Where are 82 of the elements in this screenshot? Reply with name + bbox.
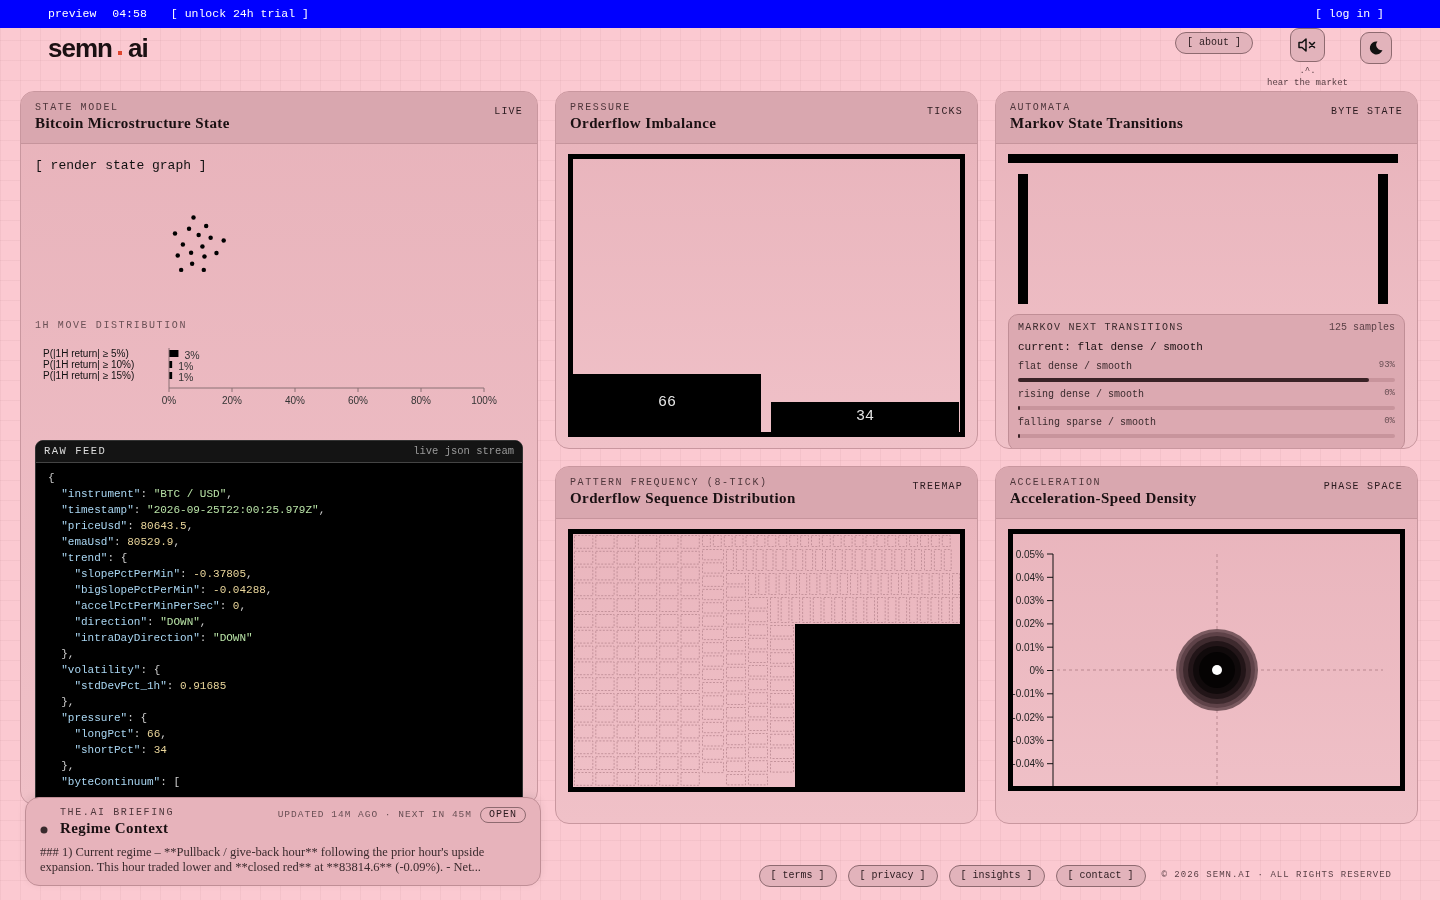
- code-line: "slopePctPerMin": -0.37805,: [73, 567, 254, 583]
- code-line: "bigSlopePctPerMin": -0.04288,: [73, 583, 274, 599]
- card-tag: TICKS: [927, 104, 963, 132]
- code-line: "instrument": "BTC / USD",: [60, 487, 234, 503]
- tick-label: -0.03%: [1013, 734, 1044, 746]
- sound-caption: hear the market: [1267, 77, 1348, 90]
- tick-label: 20%: [222, 394, 242, 406]
- panel-subtitle: live json stream: [413, 443, 514, 459]
- tick-label: 0.04%: [1015, 571, 1044, 583]
- card-eyebrow: THE.AI BRIEFING: [60, 807, 174, 819]
- transition-percent: 0%: [1384, 386, 1395, 400]
- card-tag: BYTE STATE: [1331, 104, 1403, 132]
- card-title: Acceleration-Speed Density: [1010, 489, 1197, 508]
- card-title: Orderflow Sequence Distribution: [570, 489, 796, 508]
- value-label: 3%: [184, 348, 200, 361]
- card-eyebrow: ACCELERATION: [1010, 477, 1103, 489]
- code-line: "byteContinuum": [: [60, 775, 182, 791]
- card-title: Markov State Transitions: [1010, 114, 1184, 133]
- code-line: "longPct": 66,: [73, 727, 168, 743]
- code-line: "volatility": {: [60, 663, 162, 679]
- code-line: "emaUsd": 80529.9,: [60, 535, 182, 551]
- card-eyebrow: STATE MODEL: [35, 102, 120, 114]
- card-eyebrow: AUTOMATA: [1010, 102, 1072, 114]
- card-eyebrow: PATTERN FREQUENCY (8-TICK): [570, 477, 769, 489]
- tick-label: -0.04%: [1013, 758, 1044, 770]
- tick-label: 0%: [1029, 665, 1044, 676]
- panel-title: MARKOV NEXT TRANSITIONS: [1018, 321, 1184, 335]
- category-label: P(|1H return| ≥ 5%): [43, 347, 129, 359]
- mascot-face: .^.: [1299, 66, 1316, 78]
- tick-label: -0.01%: [1013, 688, 1044, 700]
- pressure-bar: 34: [771, 402, 959, 432]
- briefing-summary: ### 1) Current regime – **Pullback / give-back hour** following the prior hour's upside expansion. This hour traded lower and **closed red** at **83814.6** (-0.09%). - Net...: [40, 844, 486, 875]
- tick-label: 60%: [348, 394, 368, 406]
- tick-label: 80%: [411, 394, 431, 406]
- card-tag: TREEMAP: [912, 479, 963, 507]
- transition-label: rising dense / smooth: [1018, 387, 1145, 402]
- copyright-text: © 2026 SEMN.AI · ALL RIGHTS RESERVED: [1161, 869, 1392, 883]
- transition-label: flat dense / smooth: [1018, 359, 1133, 374]
- tick-label: 40%: [285, 394, 305, 406]
- transition-percent: 0%: [1384, 414, 1395, 428]
- preview-label: preview: [48, 6, 97, 23]
- card-tag: LIVE: [494, 104, 523, 132]
- transition-percent: 93%: [1378, 358, 1395, 372]
- code-line: "priceUsd": 80643.5,: [60, 519, 195, 535]
- card-eyebrow: PRESSURE: [570, 102, 632, 114]
- countdown-timer: 04:58: [112, 6, 147, 23]
- section-heading: 1H MOVE DISTRIBUTION: [35, 319, 189, 332]
- tick-label: 0.01%: [1015, 641, 1044, 653]
- tick-label: 0.03%: [1015, 595, 1044, 607]
- code-line: "stdDevPct_1h": 0.91685: [73, 679, 228, 695]
- code-line: },: [60, 695, 76, 711]
- value-label: 1%: [178, 370, 194, 383]
- logo-text: semn: [48, 35, 112, 61]
- code-line: "trend": {: [60, 551, 129, 567]
- code-line: "shortPct": 34: [73, 743, 168, 759]
- category-label: P(|1H return| ≥ 10%): [43, 358, 135, 370]
- code-line: "intraDayDirection": "DOWN": [73, 631, 254, 647]
- code-line: "accelPctPerMinPerSec": 0,: [73, 599, 248, 615]
- card-title: Bitcoin Microstructure State: [35, 114, 230, 133]
- current-state: current: flat dense / smooth: [1018, 340, 1204, 355]
- tick-label: 0.05%: [1015, 548, 1044, 560]
- tick-label: -0.02%: [1013, 711, 1044, 723]
- code-line: "direction": "DOWN",: [73, 615, 208, 631]
- code-line: {: [48, 471, 56, 487]
- update-status: UPDATED 14M AGO · NEXT IN 45M: [277, 807, 472, 822]
- tick-label: 0%: [161, 394, 177, 406]
- code-line: "pressure": {: [60, 711, 149, 727]
- code-line: },: [60, 759, 76, 775]
- code-line: "timestamp": "2026-09-25T22:00:25.979Z",: [60, 503, 327, 519]
- pressure-bar: 66: [573, 374, 761, 432]
- tick-label: 100%: [471, 394, 497, 406]
- panel-title: RAW FEED: [44, 443, 107, 459]
- card-tag: PHASE SPACE: [1323, 479, 1403, 507]
- card-title: Orderflow Imbalance: [570, 114, 717, 133]
- value-label: 1%: [178, 359, 194, 372]
- logo-text: ai: [127, 35, 148, 61]
- transition-label: falling sparse / smooth: [1018, 415, 1157, 430]
- sample-count: 125 samples: [1329, 321, 1395, 335]
- code-line: },: [60, 647, 76, 663]
- category-label: P(|1H return| ≥ 15%): [43, 369, 135, 381]
- card-title: Regime Context: [60, 819, 170, 838]
- tick-label: 0.02%: [1015, 618, 1044, 630]
